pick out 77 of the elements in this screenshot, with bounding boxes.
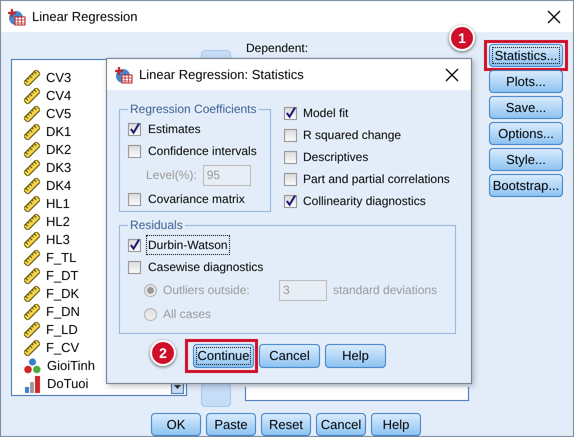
bar-chart-icon bbox=[24, 376, 41, 392]
variable-name[interactable]: HL2 bbox=[46, 212, 70, 232]
variable-name[interactable]: F_DK bbox=[46, 284, 80, 304]
ruler-icon bbox=[24, 268, 40, 284]
ruler-icon bbox=[24, 250, 40, 266]
variable-name[interactable]: F_DT bbox=[46, 266, 78, 286]
dialog-button[interactable]: Cancel bbox=[259, 344, 320, 368]
dialog-button[interactable]: OK bbox=[151, 413, 201, 436]
checkbox[interactable] bbox=[128, 238, 141, 252]
field-suffix: standard deviations bbox=[333, 282, 438, 299]
checkbox[interactable] bbox=[128, 192, 141, 206]
dialog-button[interactable]: Help bbox=[325, 344, 386, 368]
input-field[interactable] bbox=[245, 387, 469, 401]
variable-name[interactable]: DK3 bbox=[46, 158, 72, 178]
variable-name[interactable]: DK1 bbox=[46, 122, 72, 142]
ruler-icon bbox=[24, 178, 40, 194]
variable-name[interactable]: F_LD bbox=[46, 320, 78, 340]
checkbox-label[interactable]: Descriptives bbox=[303, 148, 368, 166]
checkbox-label[interactable]: Model fit bbox=[303, 104, 348, 122]
app-icon bbox=[8, 8, 26, 26]
ruler-icon bbox=[24, 286, 40, 302]
side-button[interactable]: Options... bbox=[489, 122, 563, 145]
dialog-button[interactable]: Help bbox=[371, 413, 421, 436]
dialog-button[interactable]: Continue bbox=[193, 344, 254, 368]
ruler-icon bbox=[24, 88, 40, 104]
ruler-icon bbox=[24, 340, 40, 356]
checkbox[interactable] bbox=[128, 144, 141, 158]
ruler-icon bbox=[24, 304, 40, 320]
side-button[interactable]: Style... bbox=[489, 148, 563, 171]
ruler-icon bbox=[24, 70, 40, 86]
step-badge: 2 bbox=[150, 340, 176, 366]
ruler-icon bbox=[24, 214, 40, 230]
variable-name[interactable]: F_TL bbox=[46, 248, 76, 268]
move-button[interactable] bbox=[201, 383, 231, 407]
ruler-icon bbox=[24, 196, 40, 212]
checkbox-label[interactable]: Collinearity diagnostics bbox=[303, 192, 426, 210]
close-icon[interactable] bbox=[445, 68, 459, 82]
variable-name[interactable]: CV5 bbox=[46, 104, 72, 124]
ruler-icon bbox=[24, 232, 40, 248]
checkbox-label[interactable]: Part and partial correlations bbox=[303, 170, 450, 188]
checkbox-label[interactable]: R squared change bbox=[303, 126, 402, 144]
dialog-button[interactable]: Reset bbox=[261, 413, 311, 436]
checkbox[interactable] bbox=[284, 128, 297, 142]
variable-name[interactable]: DK2 bbox=[46, 140, 72, 160]
variable-name[interactable]: HL3 bbox=[46, 230, 70, 250]
group-title: Residuals bbox=[129, 217, 184, 234]
ruler-icon bbox=[24, 124, 40, 140]
variable-name[interactable]: DoTuoi bbox=[47, 374, 88, 394]
checkbox[interactable] bbox=[284, 194, 297, 208]
ruler-icon bbox=[24, 142, 40, 158]
variable-name[interactable]: CV3 bbox=[46, 68, 72, 88]
side-button[interactable]: Statistics... bbox=[489, 44, 563, 67]
variable-name[interactable]: F_CV bbox=[46, 338, 80, 358]
checkbox[interactable] bbox=[128, 122, 141, 136]
window-title: Linear Regression bbox=[32, 8, 139, 26]
dialog-button[interactable]: Cancel bbox=[316, 413, 366, 436]
variable-name[interactable]: F_DN bbox=[46, 302, 80, 322]
app-icon bbox=[115, 66, 133, 84]
checkbox[interactable] bbox=[284, 172, 297, 186]
ruler-icon bbox=[24, 106, 40, 122]
variable-name[interactable]: CV4 bbox=[46, 86, 72, 106]
checkbox[interactable] bbox=[284, 106, 297, 120]
side-button[interactable]: Bootstrap... bbox=[489, 174, 563, 197]
variable-name[interactable]: HL1 bbox=[46, 194, 70, 214]
variable-name[interactable]: DK4 bbox=[46, 176, 72, 196]
side-button[interactable]: Save... bbox=[489, 96, 563, 119]
dialog-button[interactable]: Paste bbox=[206, 413, 256, 436]
ruler-icon bbox=[24, 160, 40, 176]
checkbox[interactable] bbox=[128, 260, 141, 274]
close-icon[interactable] bbox=[547, 10, 561, 24]
ruler-icon bbox=[24, 322, 40, 338]
side-button[interactable]: Plots... bbox=[489, 70, 563, 93]
dependent-label: Dependent: bbox=[245, 41, 308, 55]
checkbox[interactable] bbox=[284, 150, 297, 164]
balls-icon bbox=[24, 358, 41, 374]
variable-name[interactable]: GioiTinh bbox=[47, 356, 95, 376]
step-badge: 1 bbox=[449, 25, 475, 51]
